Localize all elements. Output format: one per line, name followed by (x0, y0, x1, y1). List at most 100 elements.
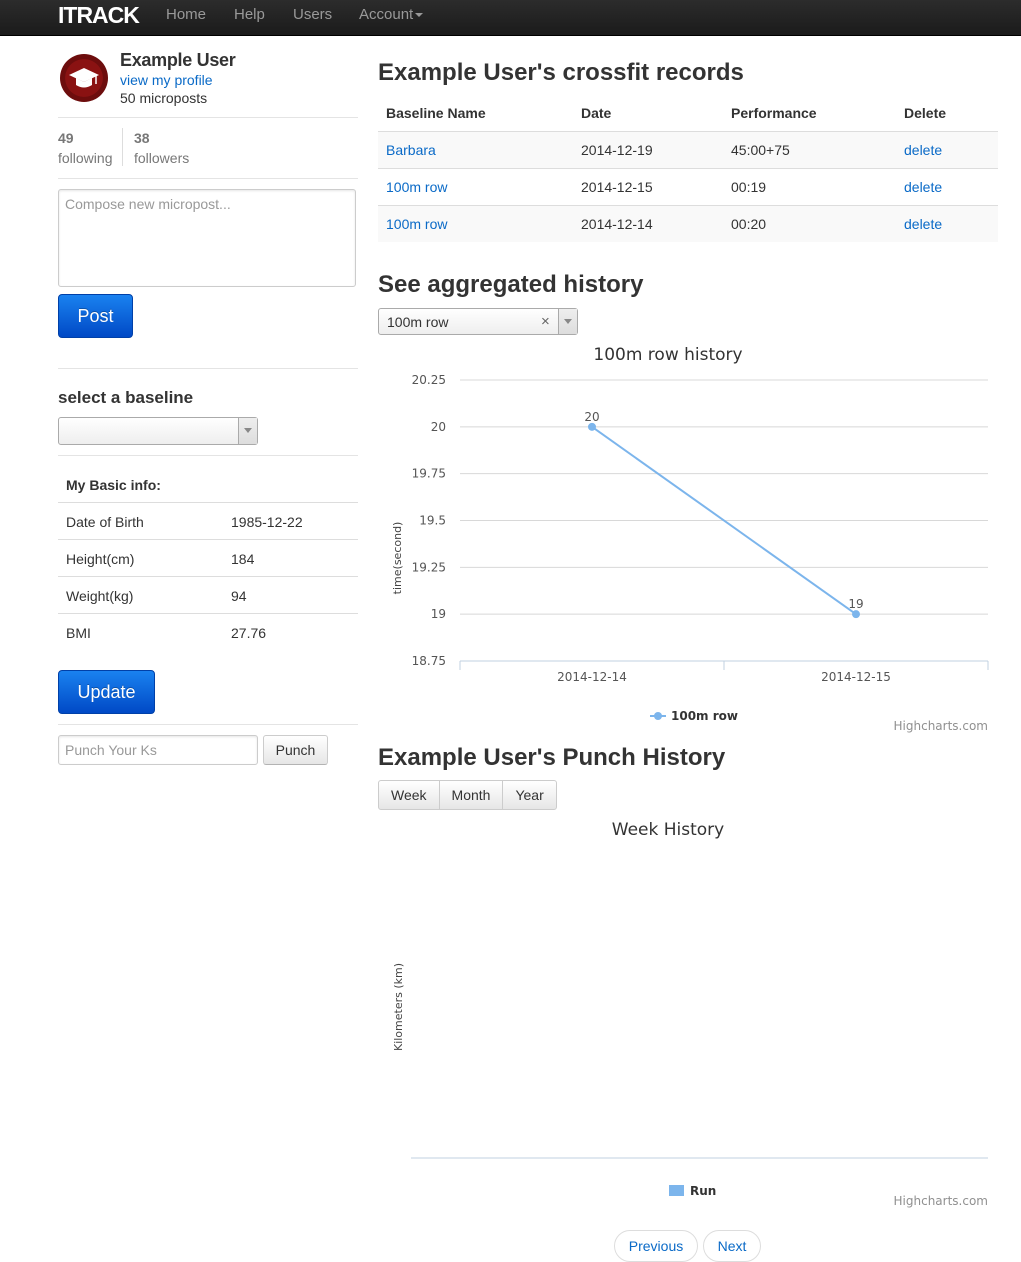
data-point[interactable] (588, 422, 596, 431)
y-axis-label: Kilometers (km) (392, 963, 405, 1051)
delete-link[interactable]: delete (904, 179, 942, 195)
table-row: Barbara 2014-12-19 45:00+75 delete (378, 131, 998, 169)
chart-title: 100m row history (593, 345, 742, 365)
following-label[interactable]: following (58, 150, 112, 166)
profile-name: Example User (120, 50, 236, 70)
y-tick-label: 19.25 (412, 560, 446, 574)
next-button[interactable]: Next (703, 1230, 761, 1262)
divider (58, 455, 358, 456)
column-header: Baseline Name (378, 95, 573, 132)
divider (58, 368, 358, 369)
baseline-select[interactable] (58, 417, 258, 445)
month-button[interactable]: Month (438, 780, 504, 810)
period-button-group: Week Month Year (378, 780, 557, 810)
history-select-value: 100m row (387, 314, 449, 330)
data-label: 19 (848, 597, 863, 611)
column-header: Delete (896, 95, 998, 132)
info-value: 94 (231, 588, 247, 604)
table-header-row: Baseline Name Date Performance Delete (378, 95, 998, 132)
y-axis-label: time(second) (391, 522, 404, 595)
info-value: 1985-12-22 (231, 514, 303, 530)
info-label: BMI (66, 625, 91, 641)
post-button[interactable]: Post (58, 294, 133, 338)
nav-help[interactable]: Help (234, 6, 265, 23)
legend-label[interactable]: Run (690, 1184, 716, 1198)
baseline-name-link[interactable]: 100m row (386, 179, 447, 195)
record-date: 2014-12-15 (573, 168, 723, 206)
record-date: 2014-12-14 (573, 205, 723, 242)
info-label: Date of Birth (66, 514, 144, 530)
y-tick-label: 19 (431, 607, 446, 621)
table-row: 100m row 2014-12-14 00:20 delete (378, 205, 998, 242)
info-row-bmi: BMI 27.76 (58, 613, 358, 650)
record-performance: 00:19 (723, 168, 896, 206)
info-row-height: Height(cm) 184 (58, 539, 358, 576)
divider (58, 724, 358, 725)
history-select[interactable]: 100m row × (378, 308, 578, 335)
y-tick-label: 18.75 (412, 654, 446, 668)
y-tick-label: 20 (431, 420, 446, 434)
followers-label[interactable]: followers (134, 150, 189, 166)
divider (58, 178, 358, 179)
info-label: Height(cm) (66, 551, 135, 567)
dropdown-arrow-icon (558, 309, 577, 334)
brand-logo[interactable]: ITRACK (58, 2, 140, 29)
caret-down-icon (415, 13, 424, 18)
info-value: 184 (231, 551, 255, 567)
nav-home[interactable]: Home (166, 6, 206, 23)
microposts-count: 50 microposts (120, 90, 208, 106)
punch-history-chart: Week History Kilometers (km) Run Highcha… (392, 820, 988, 1208)
record-date: 2014-12-19 (573, 131, 723, 169)
nav-account[interactable]: Account (359, 6, 424, 23)
data-point[interactable] (852, 610, 860, 619)
legend-label[interactable]: 100m row (671, 709, 738, 723)
legend-swatch[interactable] (669, 1185, 684, 1196)
punch-input[interactable] (58, 735, 258, 765)
punch-button[interactable]: Punch (263, 735, 328, 765)
following-count[interactable]: 49 (58, 130, 74, 146)
nav-users[interactable]: Users (293, 6, 332, 23)
aggregated-heading: See aggregated history (378, 271, 644, 298)
legend-marker[interactable] (654, 712, 662, 720)
punch-history-heading: Example User's Punch History (378, 744, 726, 771)
year-button[interactable]: Year (502, 780, 557, 810)
clear-icon[interactable]: × (541, 313, 550, 330)
x-tick-label: 2014-12-15 (821, 670, 891, 684)
history-line-chart: 100m row history time(second) 20.25 20 19.… (391, 345, 989, 733)
avatar[interactable] (60, 54, 108, 102)
baseline-name-link[interactable]: 100m row (386, 216, 447, 232)
y-tick-label: 19.5 (419, 514, 446, 528)
week-button[interactable]: Week (378, 780, 440, 810)
y-tick-label: 19.75 (412, 467, 446, 481)
graduation-cap-icon (69, 68, 99, 88)
micropost-textarea[interactable] (58, 189, 356, 287)
column-header: Performance (723, 95, 896, 132)
delete-link[interactable]: delete (904, 142, 942, 158)
dropdown-arrow-icon (238, 418, 257, 444)
view-profile-link[interactable]: view my profile (120, 72, 213, 88)
previous-button[interactable]: Previous (614, 1230, 698, 1262)
baseline-name-link[interactable]: Barbara (386, 142, 436, 158)
data-label: 20 (584, 410, 599, 424)
baseline-heading: select a baseline (58, 388, 194, 407)
info-value: 27.76 (231, 625, 267, 641)
navbar: ITRACK Home Help Users Account (0, 0, 1021, 36)
followers-count[interactable]: 38 (134, 130, 150, 146)
info-label: Weight(kg) (66, 588, 134, 604)
x-tick-label: 2014-12-14 (557, 670, 627, 684)
records-table: Baseline Name Date Performance Delete Ba… (378, 95, 998, 242)
info-row-dob: Date of Birth 1985-12-22 (58, 502, 358, 539)
basic-info-heading: My Basic info: (66, 477, 161, 493)
y-tick-label: 20.25 (412, 373, 446, 387)
stats-divider (122, 128, 123, 166)
record-performance: 45:00+75 (723, 131, 896, 169)
records-heading: Example User's crossfit records (378, 59, 744, 86)
delete-link[interactable]: delete (904, 216, 942, 232)
divider (58, 117, 358, 118)
nav-account-label: Account (359, 6, 414, 23)
table-row: 100m row 2014-12-15 00:19 delete (378, 168, 998, 206)
chart-credits[interactable]: Highcharts.com (894, 1194, 988, 1208)
update-button[interactable]: Update (58, 670, 155, 714)
column-header: Date (573, 95, 723, 132)
chart-credits[interactable]: Highcharts.com (894, 719, 988, 733)
